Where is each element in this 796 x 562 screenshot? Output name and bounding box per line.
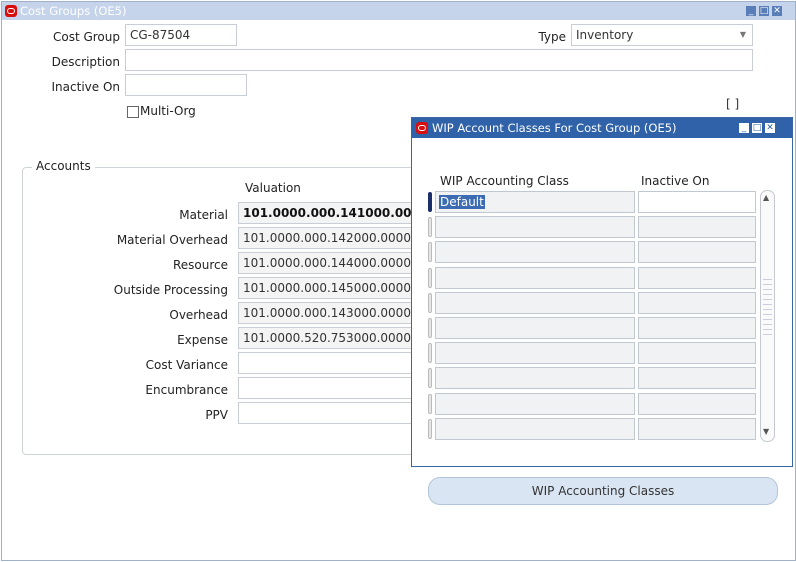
oracle-logo-icon — [416, 122, 428, 134]
wip-class-cell[interactable] — [435, 342, 635, 364]
row-indicator[interactable] — [428, 268, 432, 288]
row-indicator[interactable] — [428, 217, 432, 237]
account-value-field[interactable]: 101.0000.000.141000.0000.0 — [238, 202, 418, 224]
valuation-column-header: Valuation — [245, 181, 301, 195]
close-icon[interactable]: ✕ — [772, 6, 782, 16]
account-label: Encumbrance — [145, 383, 228, 397]
account-value-field[interactable]: 101.0000.000.145000.0000.0 — [238, 277, 418, 299]
wip-class-cell[interactable]: Default — [435, 191, 635, 213]
wip-class-cell[interactable] — [435, 367, 635, 389]
bracket-indicator: [ ] — [726, 97, 740, 111]
account-value-field[interactable] — [238, 352, 418, 374]
scrollbar-thumb[interactable] — [763, 275, 772, 335]
account-value-field[interactable]: 101.0000.000.142000.0000.0 — [238, 227, 418, 249]
cost-group-field[interactable]: CG-87504 — [125, 24, 237, 46]
account-label: Overhead — [169, 308, 228, 322]
maximize-icon[interactable]: □ — [759, 6, 769, 16]
wip-class-cell[interactable] — [435, 216, 635, 238]
oracle-logo-icon — [5, 5, 17, 17]
maximize-icon[interactable]: □ — [752, 123, 762, 133]
wip-classes-window: WIP Account Classes For Cost Group (OE5)… — [411, 117, 793, 467]
wip-class-cell[interactable] — [435, 317, 635, 339]
wip-inactive-on-cell[interactable] — [638, 241, 756, 263]
vertical-scrollbar[interactable]: ▲ ▼ — [760, 190, 775, 442]
wip-class-cell[interactable] — [435, 393, 635, 415]
row-indicator[interactable] — [428, 394, 432, 414]
account-label: PPV — [205, 408, 228, 422]
wip-class-cell[interactable] — [435, 418, 635, 440]
row-indicator[interactable] — [428, 419, 432, 439]
account-value-field[interactable] — [238, 377, 418, 399]
inactive-on-label: Inactive On — [51, 80, 120, 94]
wip-class-cell[interactable] — [435, 241, 635, 263]
account-value-field[interactable]: 101.0000.000.143000.0000.0 — [238, 302, 418, 324]
close-icon[interactable]: ✕ — [765, 123, 775, 133]
multi-org-label: Multi-Org — [140, 104, 196, 118]
wip-inactive-on-cell[interactable] — [638, 216, 756, 238]
wip-accounting-classes-button[interactable]: WIP Accounting Classes — [428, 477, 778, 505]
cost-group-label: Cost Group — [52, 30, 120, 44]
arrow-down-icon[interactable]: ▼ — [763, 427, 769, 437]
row-indicator[interactable] — [428, 318, 432, 338]
wip-class-cell[interactable] — [435, 292, 635, 314]
wip-titlebar[interactable]: WIP Account Classes For Cost Group (OE5)… — [412, 118, 792, 138]
inactive-on-field[interactable] — [125, 74, 247, 96]
wip-inactive-on-cell[interactable] — [638, 317, 756, 339]
wip-inactive-on-cell[interactable] — [638, 292, 756, 314]
description-field[interactable] — [125, 49, 753, 71]
account-label: Material — [179, 208, 228, 222]
multi-org-checkbox[interactable] — [127, 106, 139, 118]
description-label: Description — [51, 55, 120, 69]
row-indicator[interactable] — [428, 368, 432, 388]
wip-inactive-on-cell[interactable] — [638, 418, 756, 440]
wip-class-cell[interactable] — [435, 267, 635, 289]
chevron-down-icon: ▼ — [739, 30, 746, 39]
type-label: Type — [538, 30, 566, 44]
minimize-icon[interactable]: _ — [746, 6, 756, 16]
type-value: Inventory — [576, 28, 634, 42]
wip-class-column-header: WIP Accounting Class — [440, 174, 569, 188]
main-titlebar[interactable]: Cost Groups (OE5) _ □ ✕ — [2, 2, 795, 20]
row-indicator[interactable] — [428, 192, 432, 212]
wip-inactive-on-cell[interactable] — [638, 191, 756, 213]
account-label: Outside Processing — [113, 283, 228, 297]
inactive-on-column-header: Inactive On — [641, 174, 710, 188]
account-label: Cost Variance — [145, 358, 228, 372]
account-value-field[interactable] — [238, 402, 418, 424]
accounts-legend: Accounts — [32, 159, 95, 173]
wip-class-text: Default — [439, 195, 485, 209]
account-label: Material Overhead — [116, 233, 228, 247]
row-indicator[interactable] — [428, 343, 432, 363]
arrow-up-icon[interactable]: ▲ — [763, 193, 769, 203]
account-value-field[interactable]: 101.0000.000.144000.0000.0 — [238, 252, 418, 274]
wip-inactive-on-cell[interactable] — [638, 267, 756, 289]
wip-inactive-on-cell[interactable] — [638, 367, 756, 389]
minimize-icon[interactable]: _ — [739, 123, 749, 133]
account-label: Expense — [177, 333, 228, 347]
row-indicator[interactable] — [428, 293, 432, 313]
row-indicator[interactable] — [428, 242, 432, 262]
account-label: Resource — [172, 258, 228, 272]
wip-window-title: WIP Account Classes For Cost Group (OE5) — [432, 121, 677, 135]
wip-inactive-on-cell[interactable] — [638, 342, 756, 364]
account-value-field[interactable]: 101.0000.520.753000.0000.0 — [238, 327, 418, 349]
main-window-title: Cost Groups (OE5) — [20, 4, 127, 18]
wip-inactive-on-cell[interactable] — [638, 393, 756, 415]
type-select[interactable]: Inventory ▼ — [571, 24, 753, 46]
